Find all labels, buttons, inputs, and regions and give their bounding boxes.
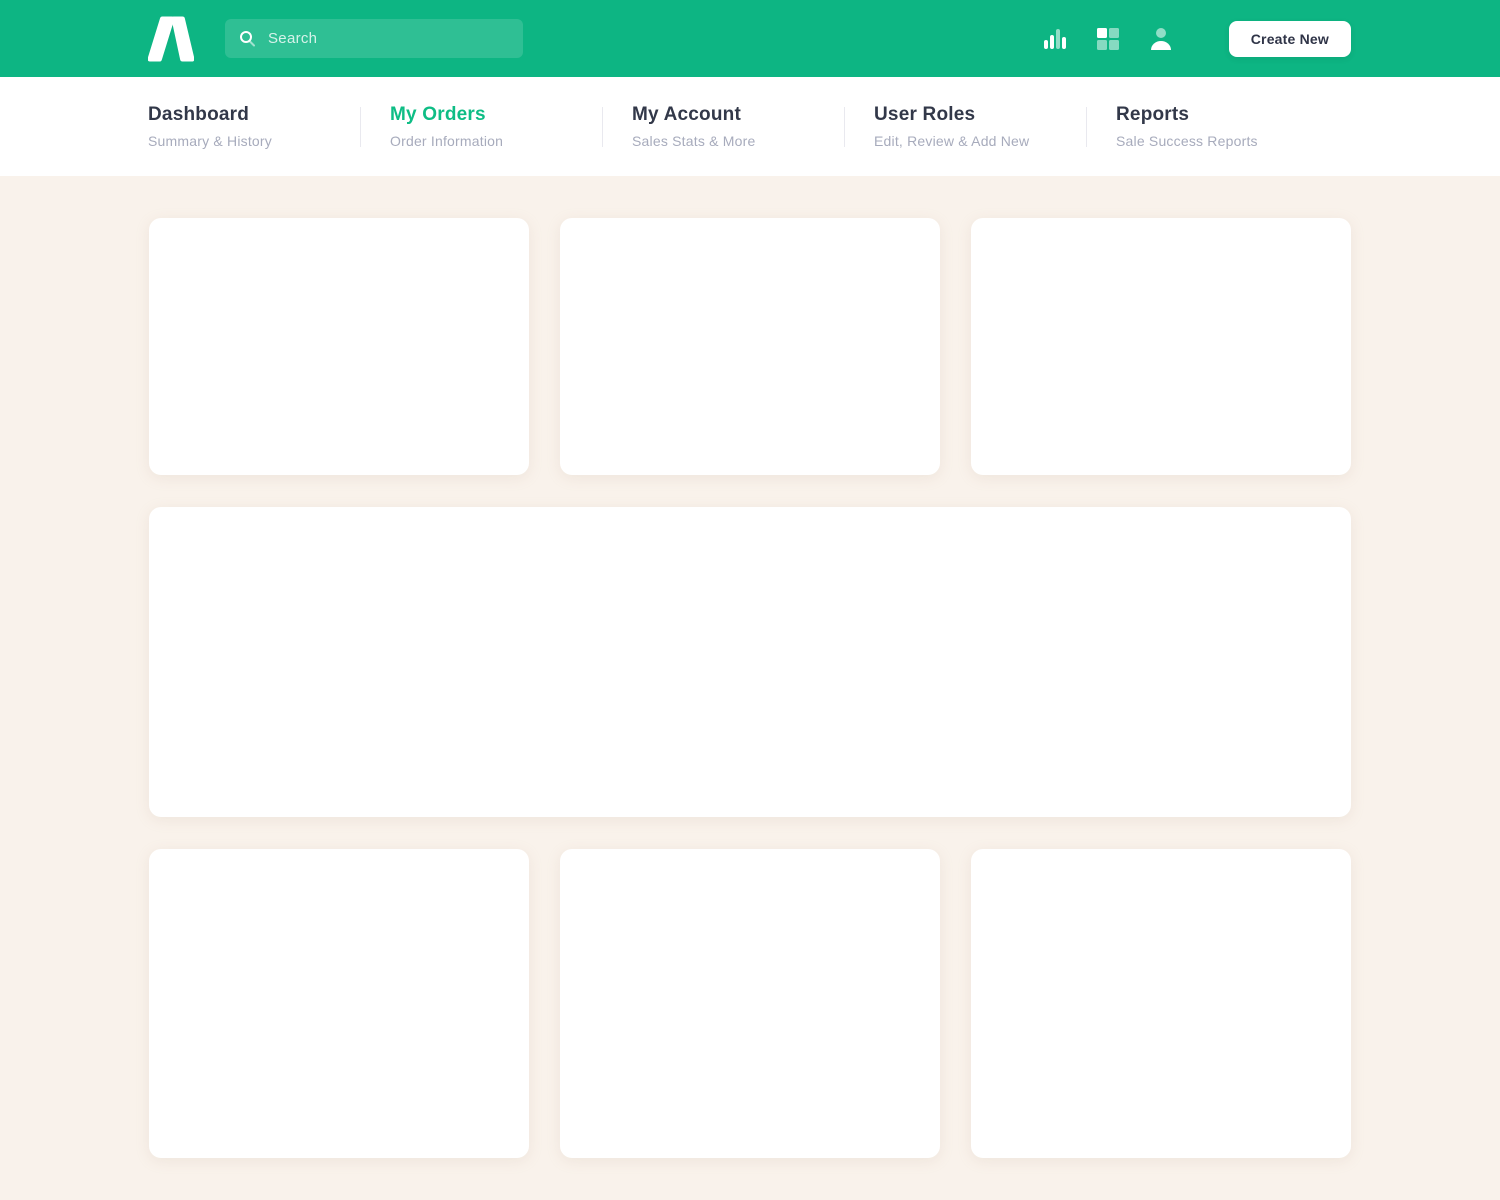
content-area: [0, 176, 1500, 1200]
nav-item-my-orders[interactable]: My Orders Order Information: [390, 104, 602, 149]
nav-divider: [602, 106, 603, 147]
nav-divider: [1086, 106, 1087, 147]
app-header: Create New: [0, 0, 1500, 77]
nav-item-title: My Orders: [390, 104, 486, 125]
nav-item-subtitle: Sales Stats & More: [632, 133, 756, 149]
nav-item-title: Reports: [1116, 104, 1190, 125]
nav-item-user-roles[interactable]: User Roles Edit, Review & Add New: [874, 104, 1086, 149]
profile-icon[interactable]: [1148, 26, 1174, 52]
secondary-nav: Dashboard Summary & History My Orders Or…: [0, 77, 1500, 176]
nav-item-subtitle: Order Information: [390, 133, 504, 149]
brand-logo-icon[interactable]: [147, 15, 195, 63]
nav-divider: [360, 106, 361, 147]
nav-item-my-account[interactable]: My Account Sales Stats & More: [632, 104, 844, 149]
card-top-3[interactable]: [971, 218, 1351, 475]
card-top-1[interactable]: [149, 218, 529, 475]
header-actions: Create New: [1042, 20, 1351, 57]
nav-item-subtitle: Summary & History: [148, 133, 272, 149]
search-icon: [240, 31, 255, 47]
card-bottom-1[interactable]: [149, 849, 529, 1158]
nav-item-dashboard[interactable]: Dashboard Summary & History: [148, 104, 360, 149]
nav-divider: [844, 106, 845, 147]
nav-item-title: My Account: [632, 104, 741, 125]
search-box[interactable]: [225, 19, 523, 58]
nav-item-reports[interactable]: Reports Sale Success Reports: [1116, 104, 1328, 149]
card-wide[interactable]: [149, 507, 1351, 817]
card-top-2[interactable]: [560, 218, 940, 475]
nav-item-subtitle: Edit, Review & Add New: [874, 133, 1030, 149]
search-input[interactable]: [268, 30, 509, 47]
card-bottom-3[interactable]: [971, 849, 1351, 1158]
card-bottom-2[interactable]: [560, 849, 940, 1158]
grid-icon[interactable]: [1095, 26, 1121, 52]
create-new-button[interactable]: Create New: [1228, 20, 1351, 57]
nav-item-subtitle: Sale Success Reports: [1116, 133, 1258, 149]
nav-item-title: Dashboard: [148, 104, 250, 125]
nav-item-title: User Roles: [874, 104, 976, 125]
bar-chart-icon[interactable]: [1042, 26, 1068, 52]
